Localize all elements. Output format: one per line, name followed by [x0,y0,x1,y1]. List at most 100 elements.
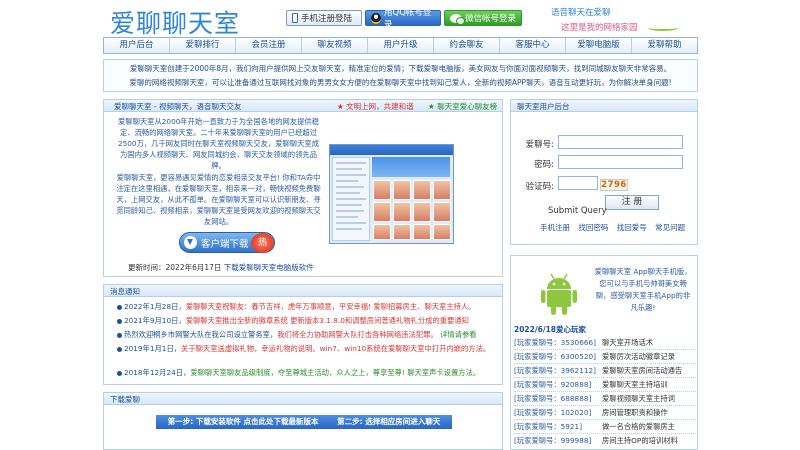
nav-register[interactable]: 会员注册 [236,38,302,53]
news-date: 2021年9月10日， [124,316,186,325]
phone-register-button[interactable]: 手机注册登陆 [286,10,362,26]
captcha-input[interactable] [558,176,598,190]
ranking-player[interactable]: [玩家爱聊号：102020] [514,408,591,418]
love-ranking-label: 聊天室爱心聊友榜 [437,102,498,111]
password-input[interactable] [558,155,683,169]
ranking-player[interactable]: [玩家爱聊号：5921] [514,422,582,432]
account-label: 爱聊号: [525,140,554,150]
ranking-article[interactable]: 做一名合格的爱聊房主 [602,422,675,432]
screenshot-avatar [413,202,431,222]
phone-icon [292,13,298,23]
qq-login-label: 用QQ帐号登录 [384,8,432,30]
ranking-player[interactable]: [玩家爱聊号：6300520] [514,352,596,362]
about-paragraph-2: 爱聊聊天室，更容易遇见爱情的恋爱相亲交友平台! 你和TA命中注定在这里相遇，在爱… [116,173,321,226]
news-item[interactable]: 2018年12月24日，爱聊聊天室聊友品级制度，夺至尊城主活动，众人之上，尊享至… [117,368,480,378]
recover-password-link[interactable]: 找回密码 [578,223,608,232]
news-text: 爱聊聊天室聊友品级制度，夺至尊城主活动，众人之上，尊享至尊! [190,368,405,377]
ranking-article[interactable]: 房间主持OP的培训材料 [602,436,678,446]
star-icon: ★ [337,102,347,111]
news-extra: 详情请参看 [440,330,477,339]
ranking-article[interactable]: 爱聊聊天室主持培训 [602,380,668,390]
download-section-header: 下载爱聊 [103,392,503,405]
android-app-description: 爱聊聊天室 App聊天手机版，您可以与手机与帅哥美女畅聊，感受聊天室手机App的… [594,267,692,312]
phone-register-link[interactable]: 手机注册 [540,223,570,232]
news-date: 热烈欢迎桐乡市网警大队在我公司设立警务室， [124,330,278,339]
screenshot-banner [372,157,450,177]
news-text: 我们将全力协助网警大队打击各种网络违法犯罪。 [277,330,438,339]
client-download-label: 客户端下载 [201,238,249,250]
screenshot-avatar [413,180,431,200]
bullet-icon [117,370,122,376]
password-label: 密码: [534,160,554,170]
love-ranking-link[interactable]: ★ 聊天室爱心聊友榜 [428,101,497,112]
nav-dating[interactable]: 约会聊友 [434,38,500,53]
nav-service[interactable]: 客服中心 [500,38,566,53]
qq-login-button[interactable]: 用QQ帐号登录 [365,8,441,30]
intro-line-2: 爱聊的网络视频聊天室，可以让准备通过互联网找对象的男男女女方便的在爱聊聊天室中找… [129,78,672,87]
qq-icon [371,12,382,24]
download-section-title: 下载爱聊 [110,395,140,404]
news-text: 爱聊聊天室祝聊友：春节吉祥，虎年万事顺意，平安幸福! [185,302,372,311]
submit-query-button[interactable]: Submit Query [548,206,607,216]
ranking-article[interactable]: 聊天室开场话术 [602,338,653,348]
nav-user-backend[interactable]: 用户后台 [104,38,170,53]
ranking-divider [514,377,696,378]
nav-video[interactable]: 聊友视频 [302,38,368,53]
screenshot-avatar [413,224,431,240]
left-panel-title: 爱聊聊天室 - 视频聊天，语音聊天交友 [114,102,242,111]
ranking-player[interactable]: [玩家爱聊号：3962112] [514,366,596,376]
faq-link[interactable]: 常见问题 [655,223,685,232]
screenshot-avatar [393,202,411,222]
screenshot-titlebar [330,145,453,155]
about-paragraph-1: 爱聊聊天室从2000年开始一直致力于为全国各地的网友提供稳定、流畅的网络聊天室。… [118,117,319,170]
left-panel-header: 爱聊聊天室 - 视频聊天，语音聊天交友 ★ 文明上网，共建和谐 ★ 聊天室爱心聊… [103,99,503,112]
android-icon[interactable] [539,272,579,316]
recover-account-link[interactable]: 找回爱号 [617,223,647,232]
login-panel-header: 聊天室用户后台 [510,99,698,112]
nav-upgrade[interactable]: 用户升级 [368,38,434,53]
news-item[interactable]: 2022年1月28日，爱聊聊天室祝聊友：春节吉祥，虎年万事顺意，平安幸福! 爱聊… [117,302,476,312]
pc-download-link[interactable]: 下载爱聊聊天室电脑版软件 [224,263,314,272]
site-logo[interactable]: 爱聊聊天室 [110,4,240,40]
android-app-box: 爱聊聊天室 App聊天手机版，您可以与手机与帅哥美女畅聊，感受聊天室手机App的… [510,255,698,450]
nav-ranking[interactable]: 爱聊排行 [170,38,236,53]
ranking-player[interactable]: [玩家爱聊号：688888] [514,394,591,404]
decorative-swirl [648,25,678,31]
ranking-article[interactable]: 爱聊聊天室房间活动通告 [602,366,682,376]
news-extra: 聊天室声卡设置方法。 [407,368,481,377]
nav-help[interactable]: 爱聊帮助 [632,38,697,53]
screenshot-avatar [373,224,391,240]
ranking-divider [514,433,696,434]
ranking-article[interactable]: 爱聊厉次活动徽章记录 [602,352,675,362]
bullet-icon [117,318,122,324]
bullet-icon [117,332,122,338]
news-text: 爱聊聊天室推出全新的徽章系统 更新版本3.1.8.0和调整房间普通礼物礼分成的重… [185,316,469,325]
star-icon: ★ [428,102,438,111]
screenshot-avatar [433,180,451,200]
civilized-notice[interactable]: ★ 文明上网，共建和谐 [337,101,414,112]
news-item[interactable]: 热烈欢迎桐乡市网警大队在我公司设立警务室，我们将全力协助网警大队打击各种网络违法… [117,330,477,340]
step-2: 第二步: 选择相应房间进入聊天 [337,417,441,426]
wechat-icon [450,13,465,25]
account-input[interactable] [558,135,683,149]
ranking-divider [514,405,696,406]
ranking-article[interactable]: 爱聊视频聊天室主持词 [602,394,675,404]
bullet-icon [117,346,122,352]
ranking-player[interactable]: [玩家爱聊号：999988] [514,436,591,446]
news-header: 消息通知 [103,284,503,297]
intro-line-1: 爱聊聊天室创建于2000年8月，我们向用户提供网上交友聊天室，精准定位的爱情；下… [129,64,672,73]
login-submit-button[interactable]: 注 册 [605,195,659,210]
captcha-image[interactable]: 2796 [600,179,628,191]
news-list: 2022年1月28日，爱聊聊天室祝聊友：春节吉祥，虎年万事顺意，平安幸福! 爱聊… [103,297,503,385]
nav-pc-version[interactable]: 爱聊电脑版 [566,38,632,53]
wechat-login-button[interactable]: 微信帐号登录 [444,10,522,26]
ranking-article[interactable]: 房间管理职责和操作 [602,408,668,418]
left-panel-body: 爱聊聊天室从2000年开始一直致力于为全国各地的网友提供稳定、流畅的网络聊天室。… [103,112,503,277]
download-steps-bar[interactable]: 第一步: 下载安装软件 点击此处下载最新版本 第二步: 选择相应房间进入聊天 [156,415,452,429]
news-item[interactable]: 2019年1月1日，关于聊天室送虚拟礼物，幸运礼物的说明。win7、win10系… [117,344,490,354]
screenshot-avatar [433,224,451,240]
ranking-player[interactable]: [玩家爱聊号：3530666] [514,338,596,348]
screenshot-sidebar [332,157,370,241]
news-item[interactable]: 2021年9月10日，爱聊聊天室推出全新的徽章系统 更新版本3.1.8.0和调整… [117,316,469,326]
ranking-player[interactable]: [玩家爱聊号：920888] [514,380,591,390]
